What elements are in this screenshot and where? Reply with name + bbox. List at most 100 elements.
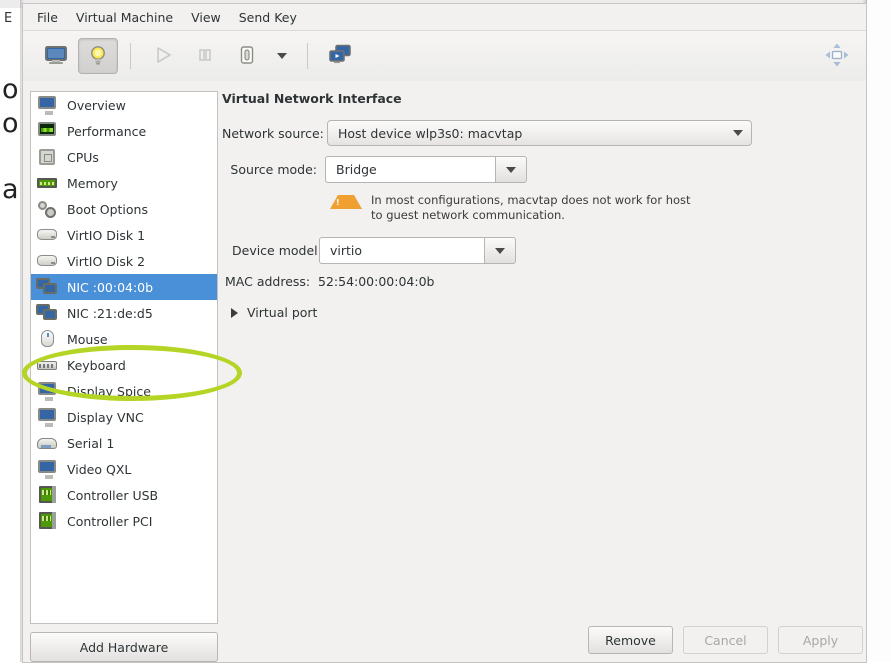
- disk-icon: [36, 225, 58, 245]
- mac-address-label: MAC address:: [225, 274, 311, 289]
- sidebar-item-cpus[interactable]: CPUs: [31, 144, 217, 170]
- monitor-icon: [44, 45, 68, 68]
- sidebar-item-label: Memory: [67, 175, 118, 191]
- performance-monitor-icon: [36, 121, 58, 141]
- warning-line-2: to guest network communication.: [371, 208, 565, 222]
- sidebar-item-controller-usb[interactable]: Controller USB: [31, 482, 217, 508]
- sidebar-item-memory[interactable]: Memory: [31, 170, 217, 196]
- sidebar-item-label: NIC :00:04:0b: [67, 279, 154, 295]
- screens-icon: [328, 44, 352, 69]
- sidebar-item-label: Video QXL: [67, 461, 132, 477]
- source-mode-row: Source mode: Bridge: [222, 156, 858, 183]
- show-details-button[interactable]: [78, 38, 118, 74]
- macvtap-warning: In most configurations, macvtap does not…: [330, 193, 858, 223]
- serial-port-icon: [36, 433, 58, 453]
- device-model-combobox[interactable]: virtio: [319, 237, 516, 264]
- sidebar-item-display-vnc[interactable]: Display VNC: [31, 404, 217, 430]
- background-left-text-3: a: [2, 174, 19, 205]
- monitor-icon: [36, 407, 58, 427]
- play-icon: [153, 45, 173, 68]
- gears-icon: [36, 199, 58, 219]
- sidebar-item-label: Controller USB: [67, 487, 159, 503]
- sidebar-item-mouse[interactable]: Mouse: [31, 326, 217, 352]
- fullscreen-icon[interactable]: [824, 42, 850, 71]
- monitor-icon: [36, 459, 58, 479]
- network-card-icon: [36, 277, 58, 297]
- device-model-value[interactable]: virtio: [319, 237, 484, 264]
- sidebar-item-label: Overview: [67, 97, 126, 113]
- sidebar-item-overview[interactable]: Overview: [31, 92, 217, 118]
- cpu-chip-icon: [36, 147, 58, 167]
- shutdown-button[interactable]: [227, 38, 267, 74]
- menu-item-send-key[interactable]: Send Key: [230, 7, 306, 28]
- disk-icon: [36, 251, 58, 271]
- sidebar-item-label: Display Spice: [67, 383, 151, 399]
- run-button[interactable]: [143, 38, 183, 74]
- sidebar-item-virtio-disk-1[interactable]: VirtIO Disk 1: [31, 222, 217, 248]
- sidebar-item-label: Keyboard: [67, 357, 126, 373]
- show-console-button[interactable]: [36, 38, 76, 74]
- sidebar-item-video-qxl[interactable]: Video QXL: [31, 456, 217, 482]
- virt-manager-window: File Virtual Machine View Send Key Overv…: [22, 4, 866, 664]
- network-source-combobox[interactable]: Host device wlp3s0: macvtap: [327, 120, 752, 146]
- network-source-value: Host device wlp3s0: macvtap: [338, 125, 523, 141]
- cancel-button[interactable]: Cancel: [683, 626, 768, 654]
- sidebar-item-label: Mouse: [67, 331, 108, 347]
- network-source-row: Network source: Host device wlp3s0: macv…: [222, 120, 858, 146]
- menubar: File Virtual Machine View Send Key: [23, 4, 866, 31]
- hardware-list[interactable]: Overview Performance CPUs Memory Boot Op…: [30, 91, 218, 624]
- device-model-dropdown-button[interactable]: [484, 237, 516, 264]
- snapshots-button[interactable]: [320, 38, 360, 74]
- source-mode-dropdown-button[interactable]: [495, 156, 527, 183]
- sidebar-item-nic-00-04-0b[interactable]: NIC :00:04:0b: [31, 274, 217, 300]
- memory-stick-icon: [36, 173, 58, 193]
- apply-button[interactable]: Apply: [778, 626, 863, 654]
- background-left-text-1: o: [2, 74, 19, 105]
- dialog-button-bar: Remove Cancel Apply: [23, 626, 866, 664]
- sidebar-item-boot-options[interactable]: Boot Options: [31, 196, 217, 222]
- chevron-down-icon: [277, 53, 287, 59]
- chevron-down-icon: [506, 166, 516, 173]
- sidebar-item-label: VirtIO Disk 2: [67, 253, 146, 269]
- triangle-right-icon: [231, 307, 238, 318]
- network-source-label: Network source:: [222, 125, 324, 141]
- device-model-row: Device model: virtio: [222, 237, 858, 264]
- virtual-port-label: Virtual port: [247, 305, 318, 320]
- background-right-window: [866, 0, 891, 662]
- pause-button[interactable]: [185, 38, 225, 74]
- pause-icon: [195, 45, 215, 68]
- remove-button[interactable]: Remove: [588, 626, 673, 654]
- lightbulb-icon: [87, 44, 109, 69]
- mouse-icon: [36, 329, 58, 349]
- virtual-port-expander[interactable]: Virtual port: [231, 305, 858, 320]
- sidebar-item-display-spice[interactable]: Display Spice: [31, 378, 217, 404]
- shutdown-menu-button[interactable]: [269, 39, 295, 73]
- network-card-icon: [36, 303, 58, 323]
- page-title: Virtual Network Interface: [222, 91, 402, 106]
- background-left-text-2: o: [2, 108, 19, 139]
- source-mode-label: Source mode:: [230, 162, 317, 177]
- menu-item-virtual-machine[interactable]: Virtual Machine: [67, 7, 182, 28]
- controller-card-icon: [36, 485, 58, 505]
- sidebar-item-label: Performance: [67, 123, 147, 139]
- sidebar-item-label: Serial 1: [67, 435, 115, 451]
- sidebar-item-virtio-disk-2[interactable]: VirtIO Disk 2: [31, 248, 217, 274]
- sidebar-item-serial-1[interactable]: Serial 1: [31, 430, 217, 456]
- sidebar-item-nic-21-de-d5[interactable]: NIC :21:de:d5: [31, 300, 217, 326]
- background-edge-char: E: [4, 11, 13, 26]
- source-mode-value[interactable]: Bridge: [325, 156, 495, 183]
- source-mode-combobox[interactable]: Bridge: [325, 156, 527, 183]
- sidebar-item-label: Display VNC: [67, 409, 144, 425]
- sidebar-item-keyboard[interactable]: Keyboard: [31, 352, 217, 378]
- menu-item-view[interactable]: View: [182, 7, 230, 28]
- sidebar-item-label: Controller PCI: [67, 513, 153, 529]
- toolbar-separator-1: [130, 43, 131, 69]
- sidebar-item-label: CPUs: [67, 149, 99, 165]
- menu-item-file[interactable]: File: [28, 7, 67, 28]
- sidebar-item-performance[interactable]: Performance: [31, 118, 217, 144]
- monitor-icon: [36, 381, 58, 401]
- warning-triangle-icon: [330, 195, 362, 209]
- device-model-label: Device model:: [232, 243, 322, 258]
- sidebar-item-controller-pci[interactable]: Controller PCI: [31, 508, 217, 534]
- warning-line-1: In most configurations, macvtap does not…: [371, 193, 691, 207]
